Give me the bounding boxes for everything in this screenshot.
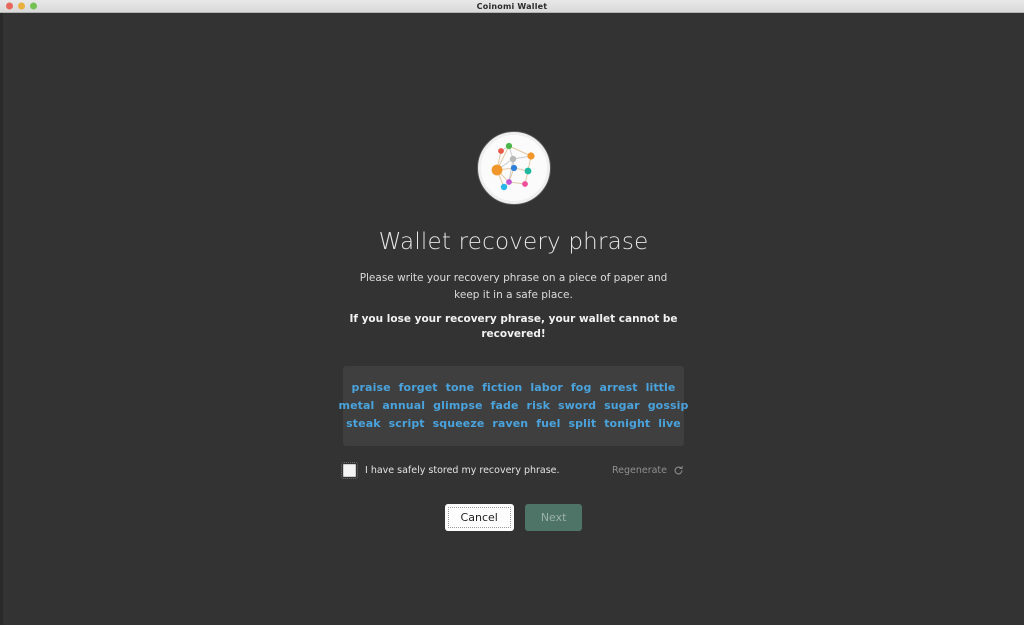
recovery-word: script [388,417,425,431]
cancel-button[interactable]: Cancel [444,504,514,532]
recovery-warning-text: If you lose your recovery phrase, your w… [349,312,678,340]
button-row: Cancel Next [444,504,583,532]
recovery-word: sword [558,399,597,413]
recovery-word: labor [530,381,563,395]
recovery-word: metal [338,399,375,413]
recovery-word: squeeze [432,417,485,431]
close-window-button[interactable] [6,2,13,10]
page-title: Wallet recovery phrase [378,229,649,255]
recovery-phrase-row: metal annual glimpse fade risk sword sug… [339,398,689,413]
recovery-word: fade [490,399,519,413]
traffic-light-group [6,2,37,10]
recovery-word: praise [351,381,391,395]
window-title: Coinomi Wallet [476,1,548,11]
window-body: Wallet recovery phrase Please write your… [0,13,1024,625]
refresh-icon [674,466,683,475]
stored-phrase-label: I have safely stored my recovery phrase. [365,465,560,477]
recovery-word: arrest [599,381,638,395]
regenerate-label: Regenerate [611,465,667,477]
recovery-word: forget [398,381,438,395]
zoom-window-button[interactable] [30,2,37,10]
recovery-word: fog [570,381,592,395]
stored-phrase-checkbox-group[interactable]: I have safely stored my recovery phrase. [341,462,560,480]
recovery-word: tone [445,381,475,395]
recovery-word: annual [382,399,426,413]
recovery-word: tonight [604,417,651,431]
next-button[interactable]: Next [524,504,583,532]
confirm-row: I have safely stored my recovery phrase.… [341,462,684,480]
recovery-word: live [658,417,681,431]
title-bar: Coinomi Wallet [0,0,1024,13]
minimize-window-button[interactable] [18,2,25,10]
recovery-phrase-box: praise forget tone fiction labor fog arr… [339,366,688,447]
recovery-word: sugar [604,399,640,413]
page-subtitle: Please write your recovery phrase on a p… [359,272,668,301]
recovery-word: little [645,381,676,395]
recovery-word: raven [492,417,529,431]
coinomi-network-logo [477,132,550,204]
regenerate-button[interactable]: Regenerate [612,465,684,476]
recovery-word: fiction [482,381,523,395]
stored-phrase-checkbox[interactable] [341,462,358,480]
recovery-phrase-row: steak script squeeze raven fuel split to… [346,416,681,431]
recovery-word: split [568,417,597,431]
app-window: Coinomi Wallet Wallet recovery phrase Pl… [0,0,1024,625]
recovery-word: glimpse [433,399,483,413]
recovery-word: fuel [536,417,561,431]
recovery-word: risk [526,399,551,413]
recovery-phrase-row: praise forget tone fiction labor fog arr… [352,380,676,395]
setup-content: Wallet recovery phrase Please write your… [334,132,694,625]
recovery-word: steak [346,417,381,431]
recovery-word: gossip [647,399,689,413]
